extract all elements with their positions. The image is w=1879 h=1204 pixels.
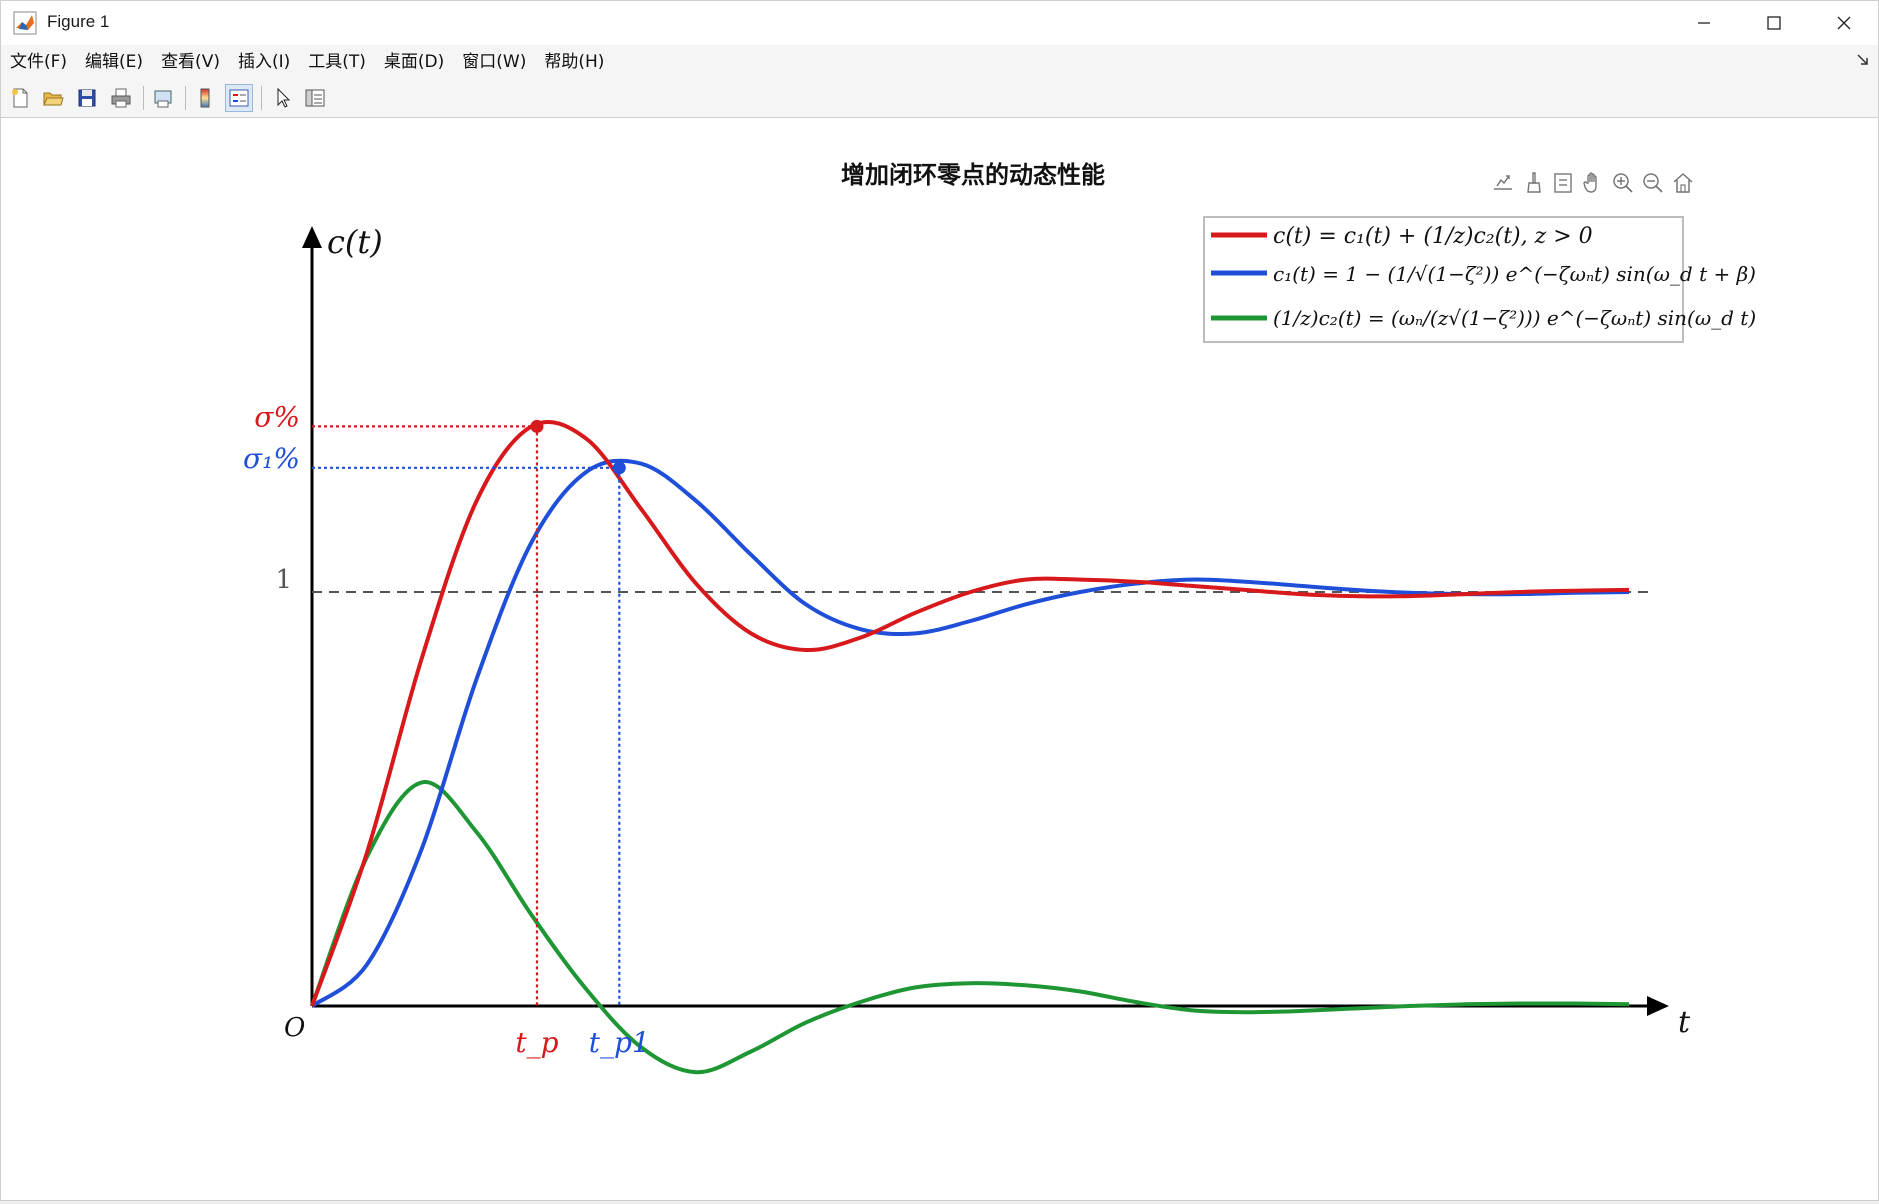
legend: c(t) = c₁(t) + (1/z)c₂(t), z > 0 c₁(t) =… bbox=[1203, 216, 1756, 343]
peak-marker-blue bbox=[612, 461, 626, 475]
menu-tools[interactable]: 工具(T) bbox=[299, 45, 375, 79]
pointer-icon bbox=[277, 87, 291, 108]
minimize-button[interactable] bbox=[1669, 1, 1739, 45]
print-icon bbox=[111, 88, 131, 108]
brush-button[interactable] bbox=[1519, 169, 1547, 197]
close-button[interactable] bbox=[1809, 1, 1879, 45]
zoom-out-button[interactable] bbox=[1639, 169, 1667, 197]
x-axis-label: t bbox=[1678, 1005, 1691, 1040]
zoom-out-icon bbox=[1643, 173, 1663, 193]
peak-x-label-blue: t_p1 bbox=[589, 1026, 650, 1059]
property-inspector-icon bbox=[305, 89, 325, 107]
menu-help[interactable]: 帮助(H) bbox=[535, 45, 613, 79]
reference-tick-label: 1 bbox=[275, 565, 292, 595]
peak-marker-red bbox=[530, 419, 544, 433]
legend-button[interactable] bbox=[225, 84, 253, 112]
open-icon bbox=[43, 92, 64, 106]
brush-icon bbox=[1527, 172, 1541, 193]
matlab-logo-icon bbox=[13, 11, 37, 35]
figure-window: Figure 1 文件(F) 编辑(E) 查看(V) 插入(I) 工具(T) 桌面(D) 窗… bbox=[0, 0, 1879, 1201]
menu-desktop[interactable]: 桌面(D) bbox=[375, 45, 453, 79]
menu-bar: 文件(F) 编辑(E) 查看(V) 插入(I) 工具(T) 桌面(D) 窗口(W) 帮助(H) bbox=[1, 45, 1878, 79]
zoom-in-icon bbox=[1613, 173, 1633, 193]
x-axis-arrow bbox=[1647, 996, 1669, 1016]
property-inspector-button[interactable] bbox=[301, 84, 329, 112]
colorbar-icon bbox=[200, 88, 210, 108]
colorbar-button[interactable] bbox=[191, 84, 219, 112]
legend-entry-c1: c₁(t) = 1 − (1/√(1−ζ²)) e^(−ζωₙt) sin(ω_… bbox=[1273, 262, 1756, 286]
home-button[interactable] bbox=[1669, 169, 1697, 197]
y-axis-arrow bbox=[302, 226, 322, 248]
pan-button[interactable] bbox=[1579, 169, 1607, 197]
undock-arrow-icon[interactable] bbox=[1856, 53, 1870, 67]
peak-y-label-red: σ% bbox=[254, 400, 300, 433]
series-c-line bbox=[310, 419, 1630, 1007]
open-button[interactable] bbox=[39, 84, 67, 112]
save-button[interactable] bbox=[73, 84, 101, 112]
maximize-button[interactable] bbox=[1739, 1, 1809, 45]
home-icon bbox=[1673, 172, 1693, 193]
menu-insert[interactable]: 插入(I) bbox=[229, 45, 299, 79]
toolbar-separator bbox=[143, 86, 144, 110]
legend-entry-c: c(t) = c₁(t) + (1/z)c₂(t), z > 0 bbox=[1273, 224, 1593, 249]
figure-toolbar bbox=[1, 79, 1878, 118]
chart-svg: 增加闭环零点的动态性能 c(t) = c₁(t) + (1/z)c₂(t), z… bbox=[243, 161, 1756, 1075]
series-c2-line bbox=[310, 780, 1630, 1075]
peak-x-label-red: t_p bbox=[515, 1026, 558, 1059]
plot-area: 1 σ% t_p σ₁% t_p1 bbox=[243, 226, 1669, 1075]
print-preview-icon bbox=[154, 90, 172, 108]
new-figure-icon bbox=[12, 88, 28, 108]
datatip-button[interactable] bbox=[1549, 169, 1577, 197]
origin-label: O bbox=[284, 1013, 305, 1043]
legend-icon bbox=[229, 89, 249, 107]
datatip-icon bbox=[1554, 173, 1572, 193]
export-icon bbox=[1494, 175, 1512, 190]
menu-file[interactable]: 文件(F) bbox=[1, 45, 76, 79]
legend-entry-c2: (1/z)c₂(t) = (ωₙ/(z√(1−ζ²))) e^(−ζωₙt) s… bbox=[1273, 306, 1756, 330]
minimize-icon bbox=[1698, 22, 1710, 24]
toolbar-separator bbox=[261, 86, 262, 110]
zoom-in-button[interactable] bbox=[1609, 169, 1637, 197]
window-title: Figure 1 bbox=[47, 12, 110, 31]
y-axis-label: c(t) bbox=[327, 223, 383, 261]
print-button[interactable] bbox=[107, 84, 135, 112]
save-icon bbox=[78, 89, 96, 107]
peak-y-label-blue: σ₁% bbox=[243, 442, 300, 475]
maximize-icon bbox=[1767, 16, 1781, 30]
menu-window[interactable]: 窗口(W) bbox=[453, 45, 535, 79]
print-preview-button[interactable] bbox=[149, 84, 177, 112]
toolbar-separator bbox=[185, 86, 186, 110]
title-bar: Figure 1 bbox=[1, 1, 1878, 45]
menu-view[interactable]: 查看(V) bbox=[152, 45, 229, 79]
pointer-button[interactable] bbox=[269, 84, 297, 112]
menu-edit[interactable]: 编辑(E) bbox=[76, 45, 152, 79]
close-icon bbox=[1837, 16, 1851, 30]
pan-hand-icon bbox=[1583, 172, 1597, 193]
series-c1-line bbox=[310, 458, 1630, 1008]
figure-canvas: 增加闭环零点的动态性能 c(t) = c₁(t) + (1/z)c₂(t), z… bbox=[1, 118, 1878, 1200]
chart-title: 增加闭环零点的动态性能 bbox=[841, 161, 1105, 189]
export-button[interactable] bbox=[1489, 169, 1517, 197]
new-figure-button[interactable] bbox=[6, 84, 34, 112]
